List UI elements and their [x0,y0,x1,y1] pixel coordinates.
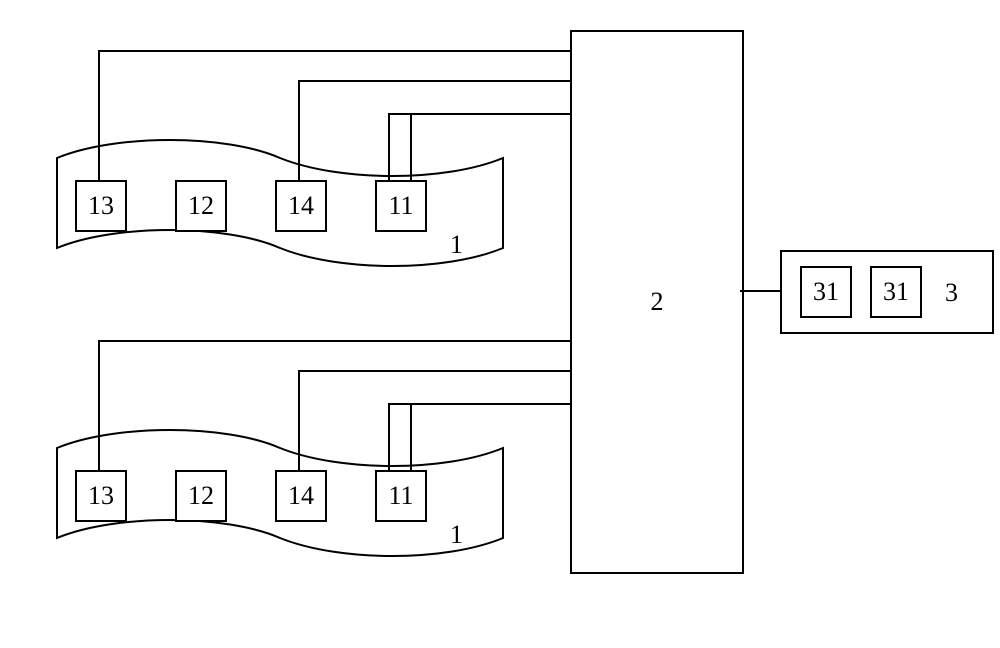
module-0-box-12: 12 [175,180,227,232]
conn-m0-11-h2 [410,113,570,115]
right-block-item-1-label: 31 [883,277,909,307]
right-block-item-1: 31 [870,266,922,318]
module-0-label: 1 [450,230,463,260]
module-1-box-13: 13 [75,470,127,522]
module-1-box-11: 11 [375,470,427,522]
conn-m1-14-v [298,370,300,470]
conn-m0-13-h [98,50,570,52]
module-1-box-13-label: 13 [88,481,114,511]
conn-m0-11-v2 [410,113,412,180]
central-block: 2 [570,30,744,574]
module-1-box-14: 14 [275,470,327,522]
conn-m0-13-v [98,50,100,180]
connector-center-right [740,290,780,292]
conn-m0-14-h [298,80,570,82]
conn-m1-13-v [98,340,100,470]
conn-m1-11-h2 [410,403,570,405]
module-0-box-11-label: 11 [388,191,413,221]
module-0-box-12-label: 12 [188,191,214,221]
module-0-box-11: 11 [375,180,427,232]
module-0-box-13-label: 13 [88,191,114,221]
module-0-box-14-label: 14 [288,191,314,221]
module-0-box-13: 13 [75,180,127,232]
conn-m1-14-h [298,370,570,372]
conn-m0-11-h1 [388,113,412,115]
module-1-box-12: 12 [175,470,227,522]
right-block-item-0-label: 31 [813,277,839,307]
module-0-box-14: 14 [275,180,327,232]
module-1-box-11-label: 11 [388,481,413,511]
module-1-box-14-label: 14 [288,481,314,511]
right-block-label: 3 [945,278,958,308]
conn-m1-11-v2 [410,403,412,470]
conn-m1-11-v1 [388,405,390,470]
module-1-box-12-label: 12 [188,481,214,511]
conn-m1-13-h [98,340,570,342]
conn-m0-14-v [298,80,300,180]
module-1-label: 1 [450,520,463,550]
right-block-item-0: 31 [800,266,852,318]
diagram-canvas: 2 31 31 3 13 12 14 11 1 1 [0,0,1000,648]
conn-m0-11-v1 [388,115,390,180]
central-block-label: 2 [651,287,664,317]
conn-m1-11-h1 [388,403,412,405]
